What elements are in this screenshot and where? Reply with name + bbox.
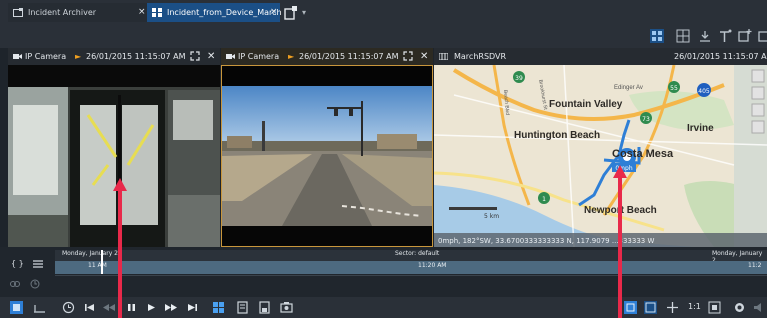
toolbar — [0, 24, 767, 48]
fullscreen-icon[interactable] — [403, 51, 413, 61]
close-tile-button[interactable]: ✕ — [207, 48, 215, 65]
timeline-left-date: Monday, January 2 — [62, 250, 118, 257]
fast-forward-icon[interactable] — [165, 301, 178, 314]
save-icon[interactable] — [258, 301, 271, 314]
fit-icon[interactable] — [708, 301, 721, 314]
tab-label: Incident_from_Device_March — [167, 8, 282, 17]
tile-title: IP Camera — [238, 52, 280, 61]
camera-icon — [226, 54, 235, 59]
tile-header-camera-2: IP Camera ► 26/01/2015 11:15:07 AM ✕ — [221, 48, 433, 65]
camera-icon — [13, 54, 22, 59]
new-tab-icon[interactable] — [284, 6, 298, 20]
clock-icon[interactable] — [30, 279, 40, 289]
close-icon[interactable]: × — [138, 3, 146, 22]
close-icon[interactable]: × — [270, 3, 278, 22]
live-icon[interactable] — [10, 301, 23, 314]
map-view[interactable]: Fountain Valley Huntington Beach Costa M… — [434, 65, 767, 247]
layout-icon[interactable] — [676, 29, 690, 43]
tile-title: MarchRSDVR — [454, 52, 507, 61]
annotation-arrow-right — [613, 165, 627, 318]
route-shield-405: 405 — [698, 88, 710, 95]
volume-icon[interactable] — [753, 301, 766, 314]
map-label-costa-mesa: Costa Mesa — [612, 148, 674, 160]
archive-icon — [13, 8, 23, 17]
settings-icon[interactable] — [733, 301, 746, 314]
layout-grid-icon[interactable] — [650, 29, 664, 43]
video-feed-road[interactable] — [221, 65, 433, 247]
link-icon[interactable] — [10, 279, 20, 289]
pan-icon[interactable] — [666, 301, 679, 314]
window-icon[interactable] — [758, 29, 767, 43]
tile-timestamp: 26/01/2015 11:15:07 AM — [299, 52, 399, 61]
timeline-divider — [55, 275, 767, 276]
history-icon[interactable] — [62, 301, 75, 314]
timeline-tick: 11:2 — [748, 262, 762, 269]
add-tile-icon[interactable] — [738, 29, 752, 43]
list-icon[interactable] — [32, 259, 44, 269]
route-shield-73: 73 — [642, 116, 650, 123]
tile-timestamp: 26/01/2015 11:15:07 AM — [674, 52, 767, 61]
playhead[interactable] — [101, 250, 103, 274]
tab-incident-archiver[interactable]: Incident Archiver × — [8, 3, 150, 22]
play-icon[interactable] — [145, 301, 158, 314]
tile-title: IP Camera — [25, 52, 67, 61]
frame-icon[interactable] — [644, 301, 657, 314]
route-shield-39: 39 — [515, 75, 523, 82]
play-indicator-icon: ► — [75, 52, 82, 61]
text-tool-icon[interactable] — [718, 29, 732, 43]
map-canvas: Fountain Valley Huntington Beach Costa M… — [434, 65, 767, 247]
road-frame — [222, 66, 432, 246]
close-tile-button[interactable]: ✕ — [420, 48, 428, 65]
tile-header-camera-1: IP Camera ► 26/01/2015 11:15:07 AM ✕ — [8, 48, 220, 65]
grid-icon — [152, 8, 162, 17]
skip-end-icon[interactable] — [186, 301, 199, 314]
tab-incident-from-device-march[interactable]: Incident_from_Device_March × — [147, 3, 282, 22]
playback-mode-icon[interactable] — [33, 301, 46, 314]
sync-icon[interactable] — [212, 301, 225, 314]
timeline-sector: Sector: default — [395, 250, 440, 257]
map-label-edinger-av: Edinger Av — [614, 85, 643, 91]
export-icon[interactable] — [698, 29, 712, 43]
snapshot-icon[interactable] — [280, 301, 293, 314]
play-indicator-icon: ► — [288, 52, 295, 61]
timeline-tick: 11:20 AM — [418, 262, 447, 269]
route-shield-1: 1 — [542, 196, 546, 203]
map-label-fountain-valley: Fountain Valley — [549, 99, 623, 110]
tile-timestamp: 26/01/2015 11:15:07 AM — [86, 52, 186, 61]
fullscreen-icon[interactable] — [190, 51, 200, 61]
map-scale-label: 5 km — [484, 213, 499, 220]
map-label-irvine: Irvine — [687, 123, 714, 134]
skip-start-icon[interactable] — [83, 301, 96, 314]
tab-bar: Incident Archiver × Incident_from_Device… — [0, 0, 767, 25]
tab-label: Incident Archiver — [28, 8, 97, 17]
playback-speed[interactable]: 1:1 — [688, 302, 701, 311]
annotation-arrow-left — [113, 178, 127, 318]
map-icon — [439, 53, 448, 60]
bookmark-icon[interactable] — [236, 301, 249, 314]
map-label-huntington-beach: Huntington Beach — [514, 130, 600, 141]
timeline-track[interactable] — [55, 261, 767, 274]
tile-header-map: MarchRSDVR 26/01/2015 11:15:07 AM — [434, 48, 767, 65]
braces-icon[interactable]: { } — [11, 259, 24, 268]
chevron-down-icon[interactable]: ▾ — [302, 6, 310, 20]
route-shield-55: 55 — [670, 85, 678, 92]
timeline-tick: 11 AM — [88, 262, 107, 269]
